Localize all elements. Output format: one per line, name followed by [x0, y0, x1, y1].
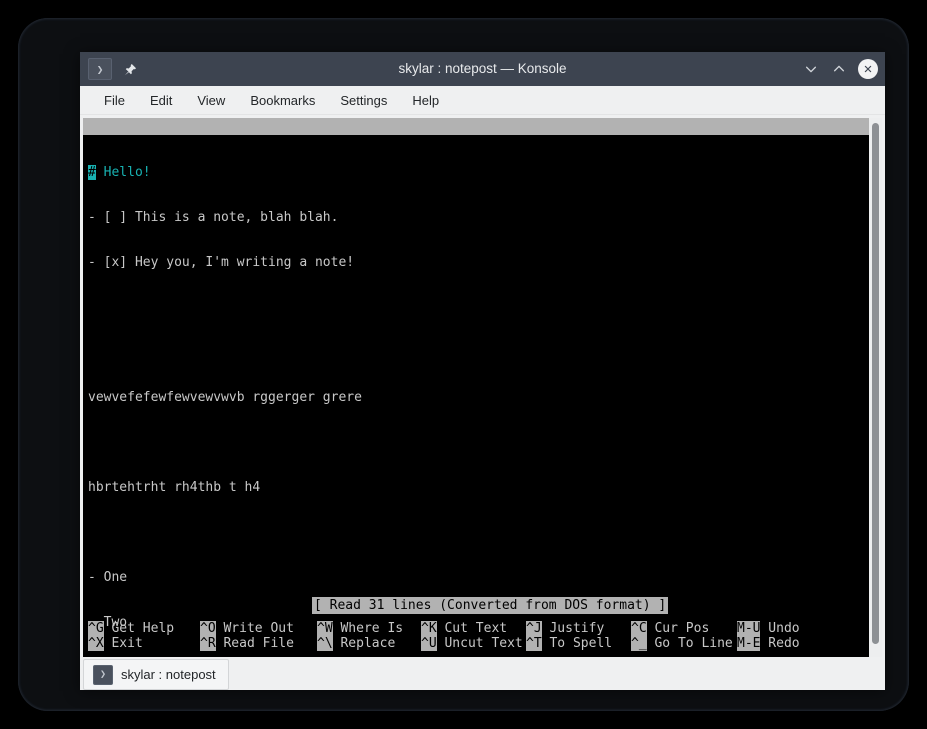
editor-line-text: Hello!	[95, 165, 151, 180]
shortcut-to-spell[interactable]: ^T To Spell	[526, 636, 631, 651]
shortcut-key: ^J	[526, 621, 542, 636]
shortcut-read-file[interactable]: ^R Read File	[200, 636, 317, 651]
shortcut-row-1: ^G Get Help ^O Write Out ^W Where Is ^K …	[83, 621, 869, 636]
shortcut-replace[interactable]: ^\ Replace	[317, 636, 421, 651]
shortcut-label: Replace	[332, 636, 396, 651]
shortcut-label: Go To Line	[646, 636, 733, 651]
menu-item-settings[interactable]: Settings	[329, 90, 398, 111]
shortcut-label: Exit	[103, 636, 143, 651]
shortcut-key: ^G	[88, 621, 104, 636]
menubar: File Edit View Bookmarks Settings Help	[80, 86, 885, 115]
nano-titlebar: GNU nano 2.9.3 /tmp/tmpne56xhi6	[83, 118, 869, 168]
editor-line: - [ ] This is a note, blah blah.	[88, 210, 339, 225]
terminal-tabbar: ❯ skylar : notepost	[80, 657, 885, 690]
chevron-up-icon[interactable]	[830, 61, 847, 78]
shortcut-key: ^X	[88, 636, 104, 651]
shortcut-label: Where Is	[332, 621, 404, 636]
titlebar-left-icons: ❯	[80, 58, 139, 80]
chevron-down-icon[interactable]	[802, 61, 819, 78]
shortcut-key: M-U	[737, 621, 761, 636]
shortcut-label: Cur Pos	[646, 621, 710, 636]
shortcut-undo[interactable]: M-U Undo	[737, 621, 800, 636]
shortcut-justify[interactable]: ^J Justify	[526, 621, 631, 636]
pushpin-icon[interactable]	[121, 60, 139, 78]
shortcut-label: Get Help	[103, 621, 175, 636]
shortcut-label: Write Out	[215, 621, 294, 636]
shortcut-key: ^K	[421, 621, 437, 636]
shortcut-row-2: ^X Exit ^R Read File ^\ Replace ^U Uncut…	[83, 636, 869, 651]
terminal-icon[interactable]: ❯	[88, 58, 112, 80]
shortcut-exit[interactable]: ^X Exit	[88, 636, 200, 651]
terminal-tab[interactable]: ❯ skylar : notepost	[83, 659, 229, 690]
shortcut-key: ^U	[421, 636, 437, 651]
shortcut-key: ^C	[631, 621, 647, 636]
shortcut-label: Redo	[760, 636, 800, 651]
shortcut-label: Cut Text	[436, 621, 508, 636]
shortcut-label: To Spell	[541, 636, 613, 651]
editor-line: # Hello!	[83, 165, 869, 180]
shortcut-label: Undo	[760, 621, 800, 636]
nano-status-message: [ Read 31 lines (Converted from DOS form…	[312, 597, 669, 614]
shortcut-key: ^\	[317, 636, 333, 651]
text-cursor: #	[88, 165, 96, 180]
terminal-icon: ❯	[93, 664, 113, 685]
shortcut-key: ^_	[631, 636, 647, 651]
shortcut-uncut-text[interactable]: ^U Uncut Text	[421, 636, 526, 651]
scrollbar-thumb[interactable]	[872, 123, 879, 644]
shortcut-key: M-E	[737, 636, 761, 651]
shortcut-cur-pos[interactable]: ^C Cur Pos	[631, 621, 737, 636]
shortcut-write-out[interactable]: ^O Write Out	[200, 621, 317, 636]
window-title: skylar : notepost — Konsole	[398, 61, 567, 76]
shortcut-redo[interactable]: M-E Redo	[737, 636, 800, 651]
nano-shortcut-bar: ^G Get Help ^O Write Out ^W Where Is ^K …	[83, 621, 869, 651]
terminal-scrollbar[interactable]	[869, 118, 882, 657]
desktop-background: ❯ skylar : notepost — Konsole File Edit …	[18, 18, 909, 711]
shortcut-key: ^W	[317, 621, 333, 636]
editor-line: - [x] Hey you, I'm writing a note!	[88, 255, 355, 270]
terminal-tab-label: skylar : notepost	[121, 667, 216, 682]
konsole-window: ❯ skylar : notepost — Konsole File Edit …	[80, 52, 885, 690]
shortcut-key: ^O	[200, 621, 216, 636]
shortcut-label: Uncut Text	[436, 636, 523, 651]
editor-line: - One	[88, 570, 128, 585]
window-controls	[802, 52, 878, 86]
terminal-screen[interactable]: GNU nano 2.9.3 /tmp/tmpne56xhi6 # Hello!…	[83, 118, 869, 657]
shortcut-go-to-line[interactable]: ^_ Go To Line	[631, 636, 737, 651]
shortcut-label: Justify	[541, 621, 605, 636]
shortcut-key: ^T	[526, 636, 542, 651]
menu-item-bookmarks[interactable]: Bookmarks	[239, 90, 326, 111]
menu-item-edit[interactable]: Edit	[139, 90, 183, 111]
shortcut-label: Read File	[215, 636, 294, 651]
shortcut-get-help[interactable]: ^G Get Help	[88, 621, 200, 636]
menu-item-file[interactable]: File	[93, 90, 136, 111]
menu-item-help[interactable]: Help	[401, 90, 450, 111]
nano-editor-buffer[interactable]: # Hello! - [ ] This is a note, blah blah…	[83, 135, 869, 657]
terminal-area: GNU nano 2.9.3 /tmp/tmpne56xhi6 # Hello!…	[80, 115, 885, 657]
shortcut-cut-text[interactable]: ^K Cut Text	[421, 621, 526, 636]
editor-line: vewvefefewfewvewvwvb rggerger grere	[88, 390, 362, 405]
shortcut-where-is[interactable]: ^W Where Is	[317, 621, 421, 636]
editor-line: hbrtehtrht rh4thb t h4	[88, 480, 261, 495]
window-titlebar[interactable]: ❯ skylar : notepost — Konsole	[80, 52, 885, 86]
shortcut-key: ^R	[200, 636, 216, 651]
close-icon[interactable]	[858, 59, 878, 79]
menu-item-view[interactable]: View	[186, 90, 236, 111]
